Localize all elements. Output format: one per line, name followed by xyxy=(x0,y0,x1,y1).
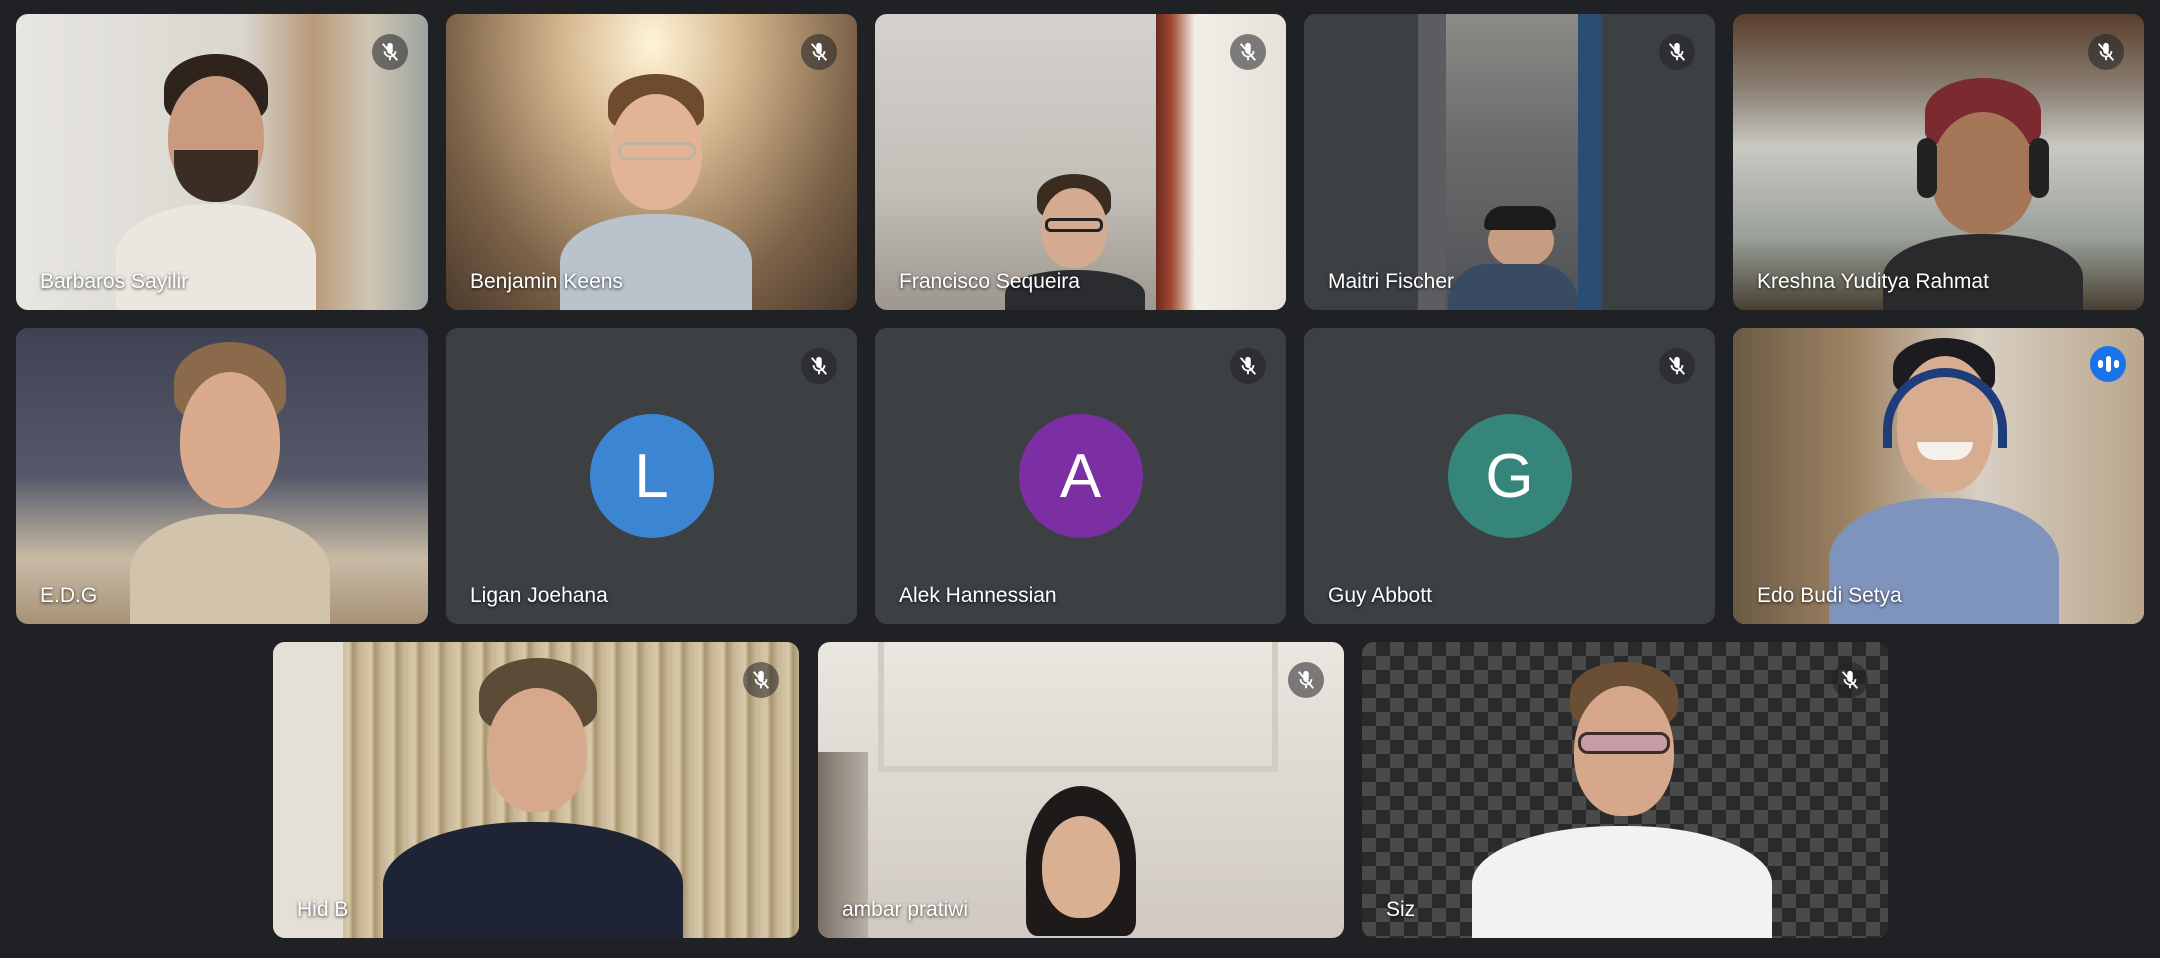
avatar: G xyxy=(1447,414,1572,538)
participant-tile[interactable]: Francisco Sequeira xyxy=(875,14,1286,310)
wall xyxy=(273,642,343,938)
participant-tile[interactable]: Kreshna Yuditya Rahmat xyxy=(1733,14,2144,310)
participant-name: ambar pratiwi xyxy=(842,898,969,921)
participant-tile[interactable]: Maitri Fischer xyxy=(1304,14,1715,310)
mic-off-icon xyxy=(1659,348,1695,384)
mic-off-icon xyxy=(801,34,837,70)
mic-off-icon xyxy=(2088,34,2124,70)
participant-tile[interactable]: Barbaros Sayilir xyxy=(16,14,428,310)
participant-tile[interactable]: G Guy Abbott xyxy=(1304,328,1715,624)
avatar: A xyxy=(1018,414,1143,538)
participant-tile[interactable]: Siz xyxy=(1362,642,1888,938)
participant-tile[interactable]: Hid B xyxy=(273,642,799,938)
mic-off-icon xyxy=(801,348,837,384)
portrait-video xyxy=(1418,14,1602,310)
meeting-grid: Barbaros Sayilir Benjamin Keens Francisc… xyxy=(0,0,2160,958)
mic-off-icon xyxy=(372,34,408,70)
participant-name: Ligan Joehana xyxy=(470,584,608,607)
participant-silhouette xyxy=(130,342,330,624)
window-frame xyxy=(1156,14,1286,310)
mic-off-icon xyxy=(1288,662,1324,698)
participant-name: Barbaros Sayilir xyxy=(40,270,189,293)
participant-tile[interactable]: ambar pratiwi xyxy=(818,642,1344,938)
participant-silhouette xyxy=(383,658,683,938)
participant-name: Hid B xyxy=(297,898,349,921)
participant-name: Siz xyxy=(1386,898,1416,921)
participant-tile[interactable]: Benjamin Keens xyxy=(446,14,857,310)
mic-off-icon xyxy=(1230,348,1266,384)
participant-silhouette xyxy=(1472,662,1772,938)
speaking-indicator-icon xyxy=(2090,346,2126,382)
participant-name: Maitri Fischer xyxy=(1328,270,1455,293)
participant-silhouette xyxy=(1829,338,2059,624)
participant-tile[interactable]: A Alek Hannessian xyxy=(875,328,1286,624)
avatar: L xyxy=(589,414,714,538)
participant-name: E.D.G xyxy=(40,584,98,607)
participant-tile[interactable]: E.D.G xyxy=(16,328,428,624)
mic-off-icon xyxy=(1659,34,1695,70)
mic-off-icon xyxy=(1230,34,1266,70)
mic-off-icon xyxy=(1832,662,1868,698)
participant-tile-active-speaker[interactable]: Edo Budi Setya xyxy=(1733,328,2144,624)
ceiling xyxy=(878,642,1278,772)
participant-silhouette xyxy=(996,786,1166,938)
participant-tile[interactable]: L Ligan Joehana xyxy=(446,328,857,624)
participant-name: Guy Abbott xyxy=(1328,584,1432,607)
participant-name: Francisco Sequeira xyxy=(899,270,1080,293)
participant-name: Edo Budi Setya xyxy=(1757,584,1902,607)
participant-name: Benjamin Keens xyxy=(470,270,623,293)
participant-name: Kreshna Yuditya Rahmat xyxy=(1757,270,1989,293)
mic-off-icon xyxy=(743,662,779,698)
participant-name: Alek Hannessian xyxy=(899,584,1057,607)
